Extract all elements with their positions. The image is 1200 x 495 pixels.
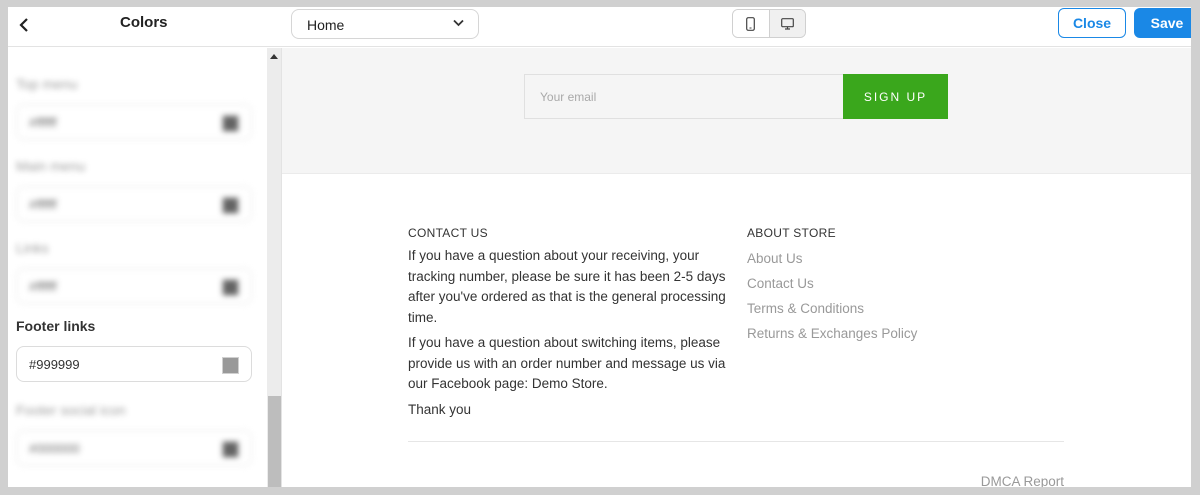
mobile-icon: [746, 16, 756, 31]
color-swatch[interactable]: [222, 441, 239, 458]
color-field-links: Links #ffffff: [16, 240, 252, 304]
color-input[interactable]: #000000: [16, 430, 252, 466]
back-button[interactable]: [14, 15, 34, 35]
color-field-footer-links: Footer links #999999: [16, 318, 252, 382]
colors-sidebar: Top menu #ffffff Main menu #ffffff Links…: [8, 48, 282, 487]
field-label: Links: [16, 240, 49, 256]
contact-paragraph: Thank you: [408, 401, 472, 417]
contact-us-column: CONTACT US If you have a question about …: [408, 226, 728, 425]
field-label: Top menu: [16, 76, 78, 92]
color-field-footer-social-icon: Footer social icon #000000: [16, 402, 252, 466]
color-field-top-menu: Top menu #ffffff: [16, 76, 252, 140]
scroll-up-arrow-icon[interactable]: [270, 54, 278, 59]
footer-link-terms[interactable]: Terms & Conditions: [747, 296, 967, 321]
desktop-icon: [781, 17, 794, 30]
email-input[interactable]: Your email: [524, 74, 844, 119]
color-input[interactable]: #ffffff: [16, 268, 252, 304]
color-value: #ffffff: [29, 197, 57, 212]
color-swatch[interactable]: [222, 279, 239, 296]
signup-button[interactable]: SIGN UP: [843, 74, 948, 119]
store-preview: Your email SIGN UP CONTACT US If you hav…: [282, 48, 1191, 487]
contact-heading: CONTACT US: [408, 226, 488, 240]
mobile-view-button[interactable]: [733, 10, 769, 37]
color-input[interactable]: #ffffff: [16, 104, 252, 140]
desktop-view-button[interactable]: [768, 10, 805, 37]
field-label: Footer social icon: [16, 402, 126, 418]
top-bar: Colors Home Close Save: [8, 7, 1191, 47]
color-value: #ffffff: [29, 279, 57, 294]
chevron-left-icon: [19, 18, 28, 32]
footer-link-returns[interactable]: Returns & Exchanges Policy: [747, 321, 967, 346]
color-swatch[interactable]: [222, 357, 239, 374]
contact-paragraph: If you have a question about switching i…: [408, 335, 726, 391]
dmca-report-link[interactable]: DMCA Report: [972, 474, 1064, 487]
newsletter-section: Your email SIGN UP: [282, 48, 1191, 174]
color-value: #000000: [29, 441, 80, 456]
device-toggle: [732, 9, 806, 38]
footer-divider: [408, 441, 1064, 442]
field-label: Footer links: [16, 318, 96, 334]
panel-title: Colors: [120, 14, 168, 31]
close-button[interactable]: Close: [1058, 8, 1126, 38]
color-input[interactable]: #ffffff: [16, 186, 252, 222]
email-placeholder: Your email: [540, 90, 597, 104]
about-store-column: ABOUT STORE About Us Contact Us Terms & …: [747, 226, 967, 346]
page-select[interactable]: Home: [291, 9, 479, 39]
color-swatch[interactable]: [222, 197, 239, 214]
editor-window: Colors Home Close Save Top menu #ffffff …: [8, 7, 1191, 487]
color-value: #999999: [29, 357, 80, 372]
about-heading: ABOUT STORE: [747, 226, 836, 240]
color-field-main-menu: Main menu #ffffff: [16, 158, 252, 222]
save-button[interactable]: Save: [1134, 8, 1191, 38]
color-value: #ffffff: [29, 115, 57, 130]
chevron-down-icon: [453, 19, 464, 27]
footer-link-contact-us[interactable]: Contact Us: [747, 271, 967, 296]
footer-link-about-us[interactable]: About Us: [747, 246, 967, 271]
color-input[interactable]: #999999: [16, 346, 252, 382]
color-swatch[interactable]: [222, 115, 239, 132]
scrollbar-thumb[interactable]: [268, 396, 281, 487]
page-select-value: Home: [307, 17, 345, 33]
contact-paragraph: If you have a question about your receiv…: [408, 248, 726, 325]
field-label: Main menu: [16, 158, 86, 174]
